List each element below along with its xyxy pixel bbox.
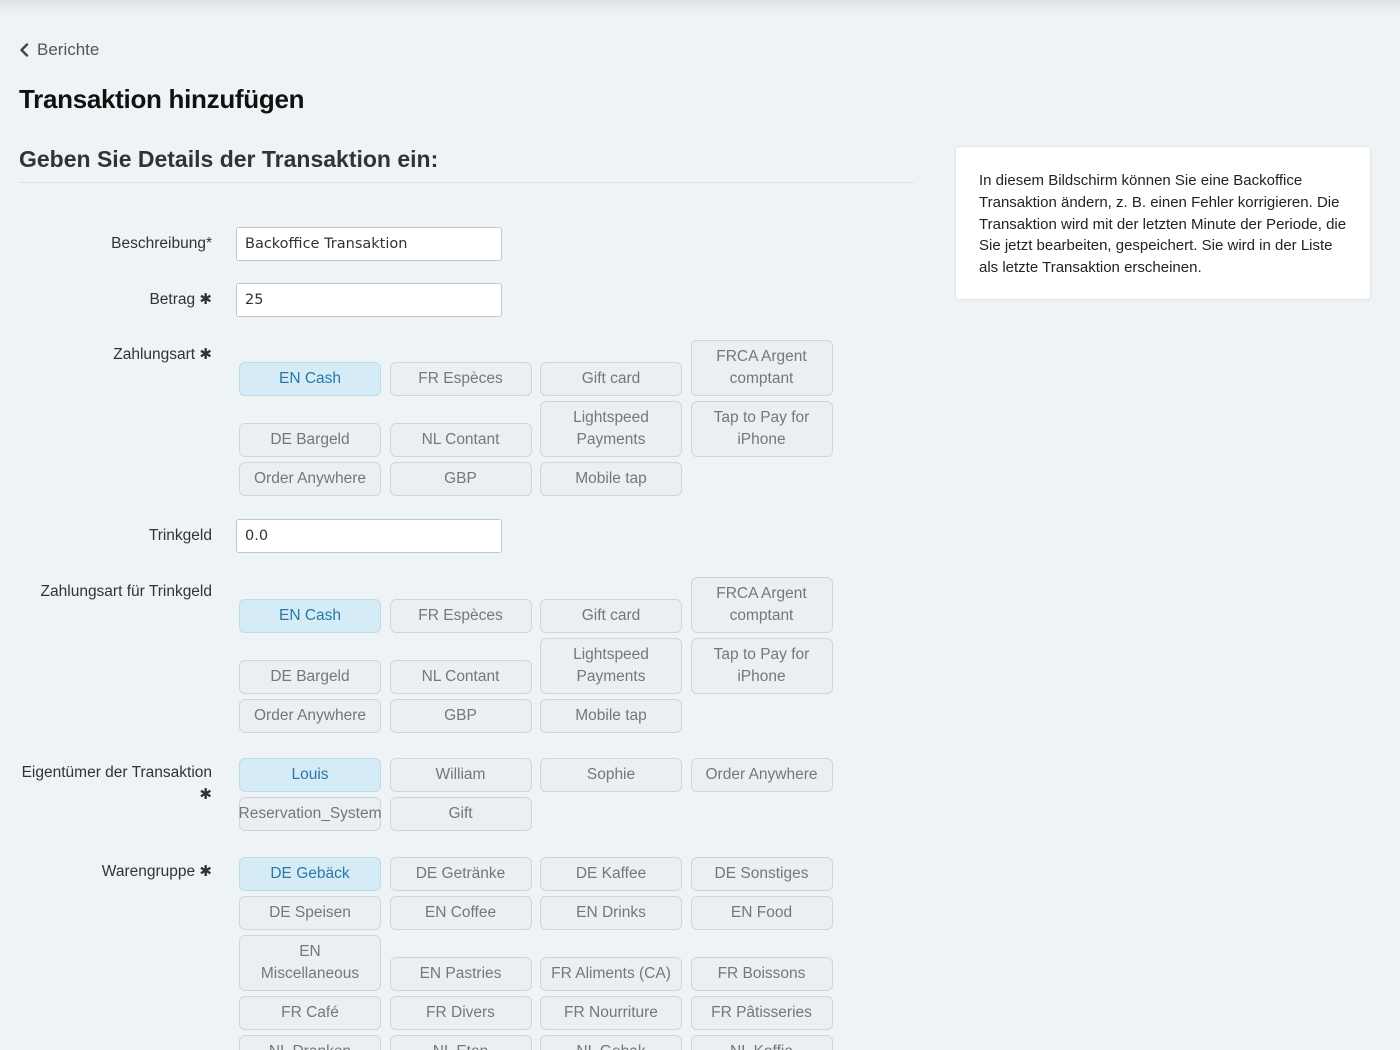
- option-william[interactable]: William: [389, 758, 532, 792]
- option-frca-argent-comptant[interactable]: FRCA Argent comptant: [690, 340, 833, 396]
- option-fr-nourriture[interactable]: FR Nourriture: [540, 996, 682, 1030]
- option-tap-to-pay-for-iphone[interactable]: Tap to Pay for iPhone: [690, 638, 833, 694]
- top-bar-shadow: [0, 0, 1400, 14]
- section-title: Geben Sie Details der Transaktion ein:: [19, 146, 439, 172]
- option-mobile-tap[interactable]: Mobile tap: [540, 462, 682, 496]
- description-input[interactable]: [236, 227, 502, 261]
- option-fr-especes[interactable]: FR Espèces: [389, 362, 532, 396]
- option-sophie[interactable]: Sophie: [540, 758, 682, 792]
- option-order-anywhere[interactable]: Order Anywhere: [239, 462, 381, 496]
- option-fr-cafe[interactable]: FR Café: [239, 996, 381, 1030]
- payment-type-label: Zahlungsart ✱: [113, 346, 212, 363]
- description-label: Beschreibung*: [111, 235, 212, 252]
- option-gift-card[interactable]: Gift card: [540, 599, 682, 633]
- option-lightspeed-payments[interactable]: Lightspeed Payments: [540, 638, 682, 694]
- option-en-drinks[interactable]: EN Drinks: [540, 896, 682, 930]
- option-en-coffee[interactable]: EN Coffee: [389, 896, 532, 930]
- option-de-sonstiges[interactable]: DE Sonstiges: [690, 857, 833, 891]
- required-icon: ✱: [199, 346, 212, 363]
- help-text: In diesem Bildschirm können Sie eine Bac…: [979, 172, 1347, 277]
- option-louis[interactable]: Louis: [239, 758, 381, 792]
- option-de-bargeld[interactable]: DE Bargeld: [239, 423, 381, 457]
- required-icon: ✱: [199, 291, 212, 308]
- chevron-left-icon: [19, 43, 29, 57]
- option-gift[interactable]: Gift: [389, 797, 532, 831]
- option-en-pastries[interactable]: EN Pastries: [389, 957, 532, 991]
- option-nl-contant[interactable]: NL Contant: [389, 660, 532, 694]
- option-en-cash[interactable]: EN Cash: [239, 362, 381, 396]
- amount-label: Betrag ✱: [149, 291, 212, 308]
- option-gbp[interactable]: GBP: [389, 462, 532, 496]
- option-nl-dranken[interactable]: NL Dranken: [239, 1035, 381, 1050]
- product-group-options: DE Gebäck DE Getränke DE Kaffee DE Sonstige…: [239, 857, 833, 1050]
- option-tap-to-pay-for-iphone[interactable]: Tap to Pay for iPhone: [690, 401, 833, 457]
- option-nl-eten[interactable]: NL Eten: [389, 1035, 532, 1050]
- option-en-food[interactable]: EN Food: [690, 896, 833, 930]
- option-fr-divers[interactable]: FR Divers: [389, 996, 532, 1030]
- option-de-speisen[interactable]: DE Speisen: [239, 896, 381, 930]
- section-divider: [19, 182, 914, 183]
- option-en-miscellaneous[interactable]: EN Miscellaneous: [239, 935, 381, 991]
- option-nl-koffie[interactable]: NL Koffie: [690, 1035, 833, 1050]
- option-lightspeed-payments[interactable]: Lightspeed Payments: [540, 401, 682, 457]
- option-de-bargeld[interactable]: DE Bargeld: [239, 660, 381, 694]
- option-gift-card[interactable]: Gift card: [540, 362, 682, 396]
- tip-payment-type-label: Zahlungsart für Trinkgeld: [40, 583, 212, 600]
- option-nl-gebak[interactable]: NL Gebak: [540, 1035, 682, 1050]
- help-card: In diesem Bildschirm können Sie eine Bac…: [955, 146, 1371, 300]
- back-link-label: Berichte: [37, 40, 100, 59]
- option-reservation-system[interactable]: Reservation_System: [239, 797, 382, 831]
- option-de-getranke[interactable]: DE Getränke: [389, 857, 532, 891]
- option-mobile-tap[interactable]: Mobile tap: [540, 699, 682, 733]
- option-fr-aliments-ca[interactable]: FR Aliments (CA): [540, 957, 682, 991]
- option-frca-argent-comptant[interactable]: FRCA Argent comptant: [690, 577, 833, 633]
- product-group-label: Warengruppe ✱: [101, 863, 212, 880]
- required-icon: ✱: [199, 786, 212, 803]
- tip-input[interactable]: [236, 519, 502, 553]
- owner-options: Louis William Sophie Order Anywhere Reservat…: [239, 758, 833, 831]
- amount-input[interactable]: [236, 283, 502, 317]
- payment-type-options: EN Cash FR Espèces Gift card FRCA Argent co…: [239, 340, 833, 496]
- option-fr-patisseries[interactable]: FR Pâtisseries: [690, 996, 833, 1030]
- option-fr-especes[interactable]: FR Espèces: [389, 599, 532, 633]
- option-order-anywhere[interactable]: Order Anywhere: [239, 699, 381, 733]
- option-nl-contant[interactable]: NL Contant: [389, 423, 532, 457]
- tip-payment-type-options: EN Cash FR Espèces Gift card FRCA Argent co…: [239, 577, 833, 733]
- required-icon: ✱: [199, 863, 212, 880]
- tip-label: Trinkgeld: [148, 527, 212, 544]
- owner-label: Eigentümer der Transaktion ✱: [0, 762, 212, 806]
- back-link[interactable]: Berichte: [19, 39, 99, 61]
- option-order-anywhere[interactable]: Order Anywhere: [690, 758, 833, 792]
- option-gbp[interactable]: GBP: [389, 699, 532, 733]
- page-title: Transaktion hinzufügen: [19, 84, 305, 114]
- option-de-geback[interactable]: DE Gebäck: [239, 857, 381, 891]
- option-fr-boissons[interactable]: FR Boissons: [690, 957, 833, 991]
- option-en-cash[interactable]: EN Cash: [239, 599, 381, 633]
- option-de-kaffee[interactable]: DE Kaffee: [540, 857, 682, 891]
